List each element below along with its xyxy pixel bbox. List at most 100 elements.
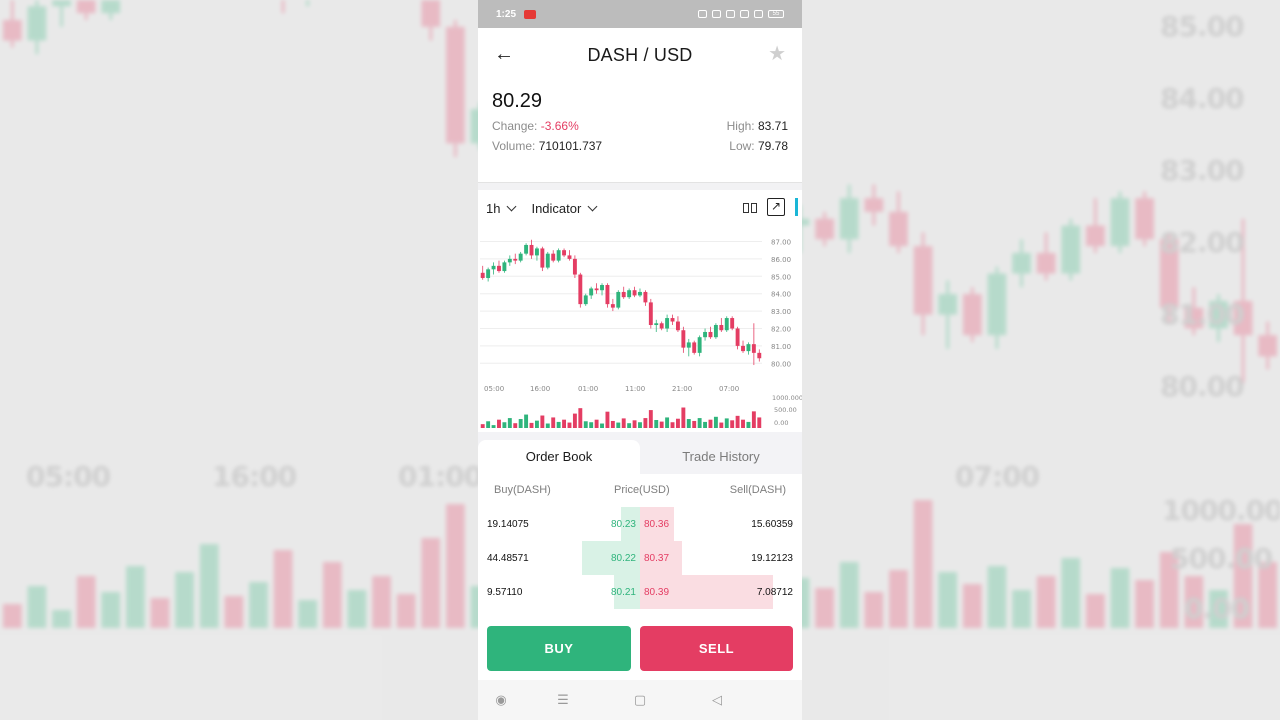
price-tick-label: 85.00	[771, 273, 791, 281]
volume-bar	[703, 421, 708, 428]
buy-amount: 19.14075	[487, 519, 529, 530]
candlestick-type-icon[interactable]	[743, 199, 757, 215]
candle-body	[746, 344, 751, 352]
candle-body	[659, 323, 664, 329]
candle-body	[518, 253, 523, 261]
indicator-dropdown[interactable]: Indicator	[531, 201, 598, 216]
menu-icon[interactable]: ☰	[555, 692, 571, 708]
candle-body	[703, 331, 708, 338]
candle-body	[643, 291, 648, 303]
interval-dropdown[interactable]: 1h	[486, 201, 517, 216]
candle-body	[670, 318, 675, 322]
volume-bar	[708, 419, 713, 428]
volume-bar	[751, 411, 756, 428]
favorite-star-icon[interactable]: ★	[768, 42, 786, 66]
price-tick-label: 80.00	[771, 360, 791, 368]
volume-bar	[719, 422, 724, 428]
volume-bar	[692, 420, 697, 428]
scroll-indicator	[795, 198, 798, 216]
price-summary: 80.29 Change: -3.66% High: 83.71 Volume:…	[478, 90, 802, 182]
candle-body	[735, 328, 740, 346]
headphones-icon	[698, 10, 707, 18]
candle-body	[513, 258, 518, 261]
volume-bar	[670, 422, 675, 428]
app-header: ← DASH / USD ★	[478, 28, 802, 82]
volume-bar	[486, 421, 491, 428]
time-tick-label: 01:00	[578, 385, 598, 393]
price-tick-label: 83.00	[771, 308, 791, 316]
sell-amount: 7.08712	[756, 587, 793, 598]
volume-tick-label: 0.00	[774, 419, 788, 427]
chart-tools: ↗	[743, 198, 798, 216]
time-tick-label: 07:00	[719, 385, 739, 393]
volume-bar	[562, 419, 567, 428]
order-book-row[interactable]: 19.14075 80.23 80.36 15.60359	[478, 507, 802, 541]
volume-value: 710101.737	[538, 139, 603, 153]
volume-bar	[605, 411, 610, 428]
volume-bar	[583, 421, 588, 428]
time-tick-label: 21:00	[672, 385, 692, 393]
back-triangle-icon[interactable]: ◁	[709, 692, 725, 708]
sell-column-header: Sell(DASH)	[729, 484, 786, 496]
buy-amount: 9.57110	[487, 587, 523, 598]
volume-bar	[594, 419, 599, 428]
volume-bar	[659, 421, 664, 428]
candle-body	[713, 325, 718, 338]
home-square-icon[interactable]: ▢	[632, 692, 648, 708]
candle-body	[507, 258, 512, 263]
sell-button[interactable]: SELL	[640, 626, 793, 671]
candle-body	[697, 337, 702, 353]
price-tick-label: 84.00	[771, 291, 791, 299]
wifi-icon	[740, 10, 749, 18]
candle-body	[665, 318, 670, 329]
order-book-row[interactable]: 44.48571 80.22 80.37 19.12123	[478, 541, 802, 575]
status-icons: 55	[698, 10, 784, 18]
candle-body	[616, 291, 621, 308]
volume-bar	[480, 424, 485, 428]
buy-button[interactable]: BUY	[487, 626, 631, 671]
volume-bar	[730, 420, 735, 428]
sell-amount: 19.12123	[751, 553, 793, 564]
volume-bar	[529, 422, 534, 428]
airplane-icon	[754, 10, 763, 18]
volume-bar	[518, 419, 523, 428]
volume-bar	[675, 418, 680, 428]
buy-column-header: Buy(DASH)	[494, 484, 551, 496]
volume-bar	[534, 420, 539, 428]
high-label: High:	[726, 119, 755, 133]
candle-body	[610, 304, 615, 308]
candle-body	[551, 253, 556, 261]
ask-price: 80.36	[644, 519, 670, 530]
volume-bar	[589, 422, 594, 428]
tab-trade-history[interactable]: Trade History	[640, 440, 802, 474]
chevron-down-icon	[587, 201, 598, 211]
price-tick-label: 86.00	[771, 256, 791, 264]
bid-price: 80.23	[610, 519, 636, 530]
volume-bar	[621, 418, 626, 428]
candle-body	[545, 253, 550, 268]
volume-tick-label: 1000.000	[772, 394, 802, 402]
back-arrow-icon[interactable]: ←	[494, 42, 514, 66]
book-tabs: Order Book Trade History	[478, 432, 802, 474]
candle-body	[534, 248, 539, 256]
tab-order-book[interactable]: Order Book	[478, 440, 640, 474]
volume-bar	[610, 420, 615, 428]
price-chart[interactable]: 87.00 86.00 85.00 84.00 83.00 82.00 81.00 80.00…	[478, 232, 802, 432]
candle-body	[724, 318, 729, 331]
battery-icon: 55	[768, 10, 784, 18]
order-book-row[interactable]: 9.57110 80.21 80.39 7.08712	[478, 575, 802, 609]
time-tick-label: 05:00	[484, 385, 504, 393]
candle-body	[632, 290, 637, 296]
assistant-icon[interactable]: ◉	[493, 692, 509, 708]
time-tick-label: 11:00	[625, 385, 645, 393]
price-column-header: Price(USD)	[614, 484, 670, 496]
candle-body	[572, 258, 577, 275]
volume-bar	[578, 408, 583, 428]
candle-body	[529, 244, 534, 256]
fullscreen-icon[interactable]: ↗	[767, 198, 785, 216]
volume-bar	[746, 421, 751, 428]
stats-row-1: Change: -3.66% High: 83.71	[492, 119, 788, 133]
candle-body	[562, 250, 567, 256]
change-value: -3.66%	[540, 119, 579, 133]
volume-bar	[491, 425, 496, 428]
